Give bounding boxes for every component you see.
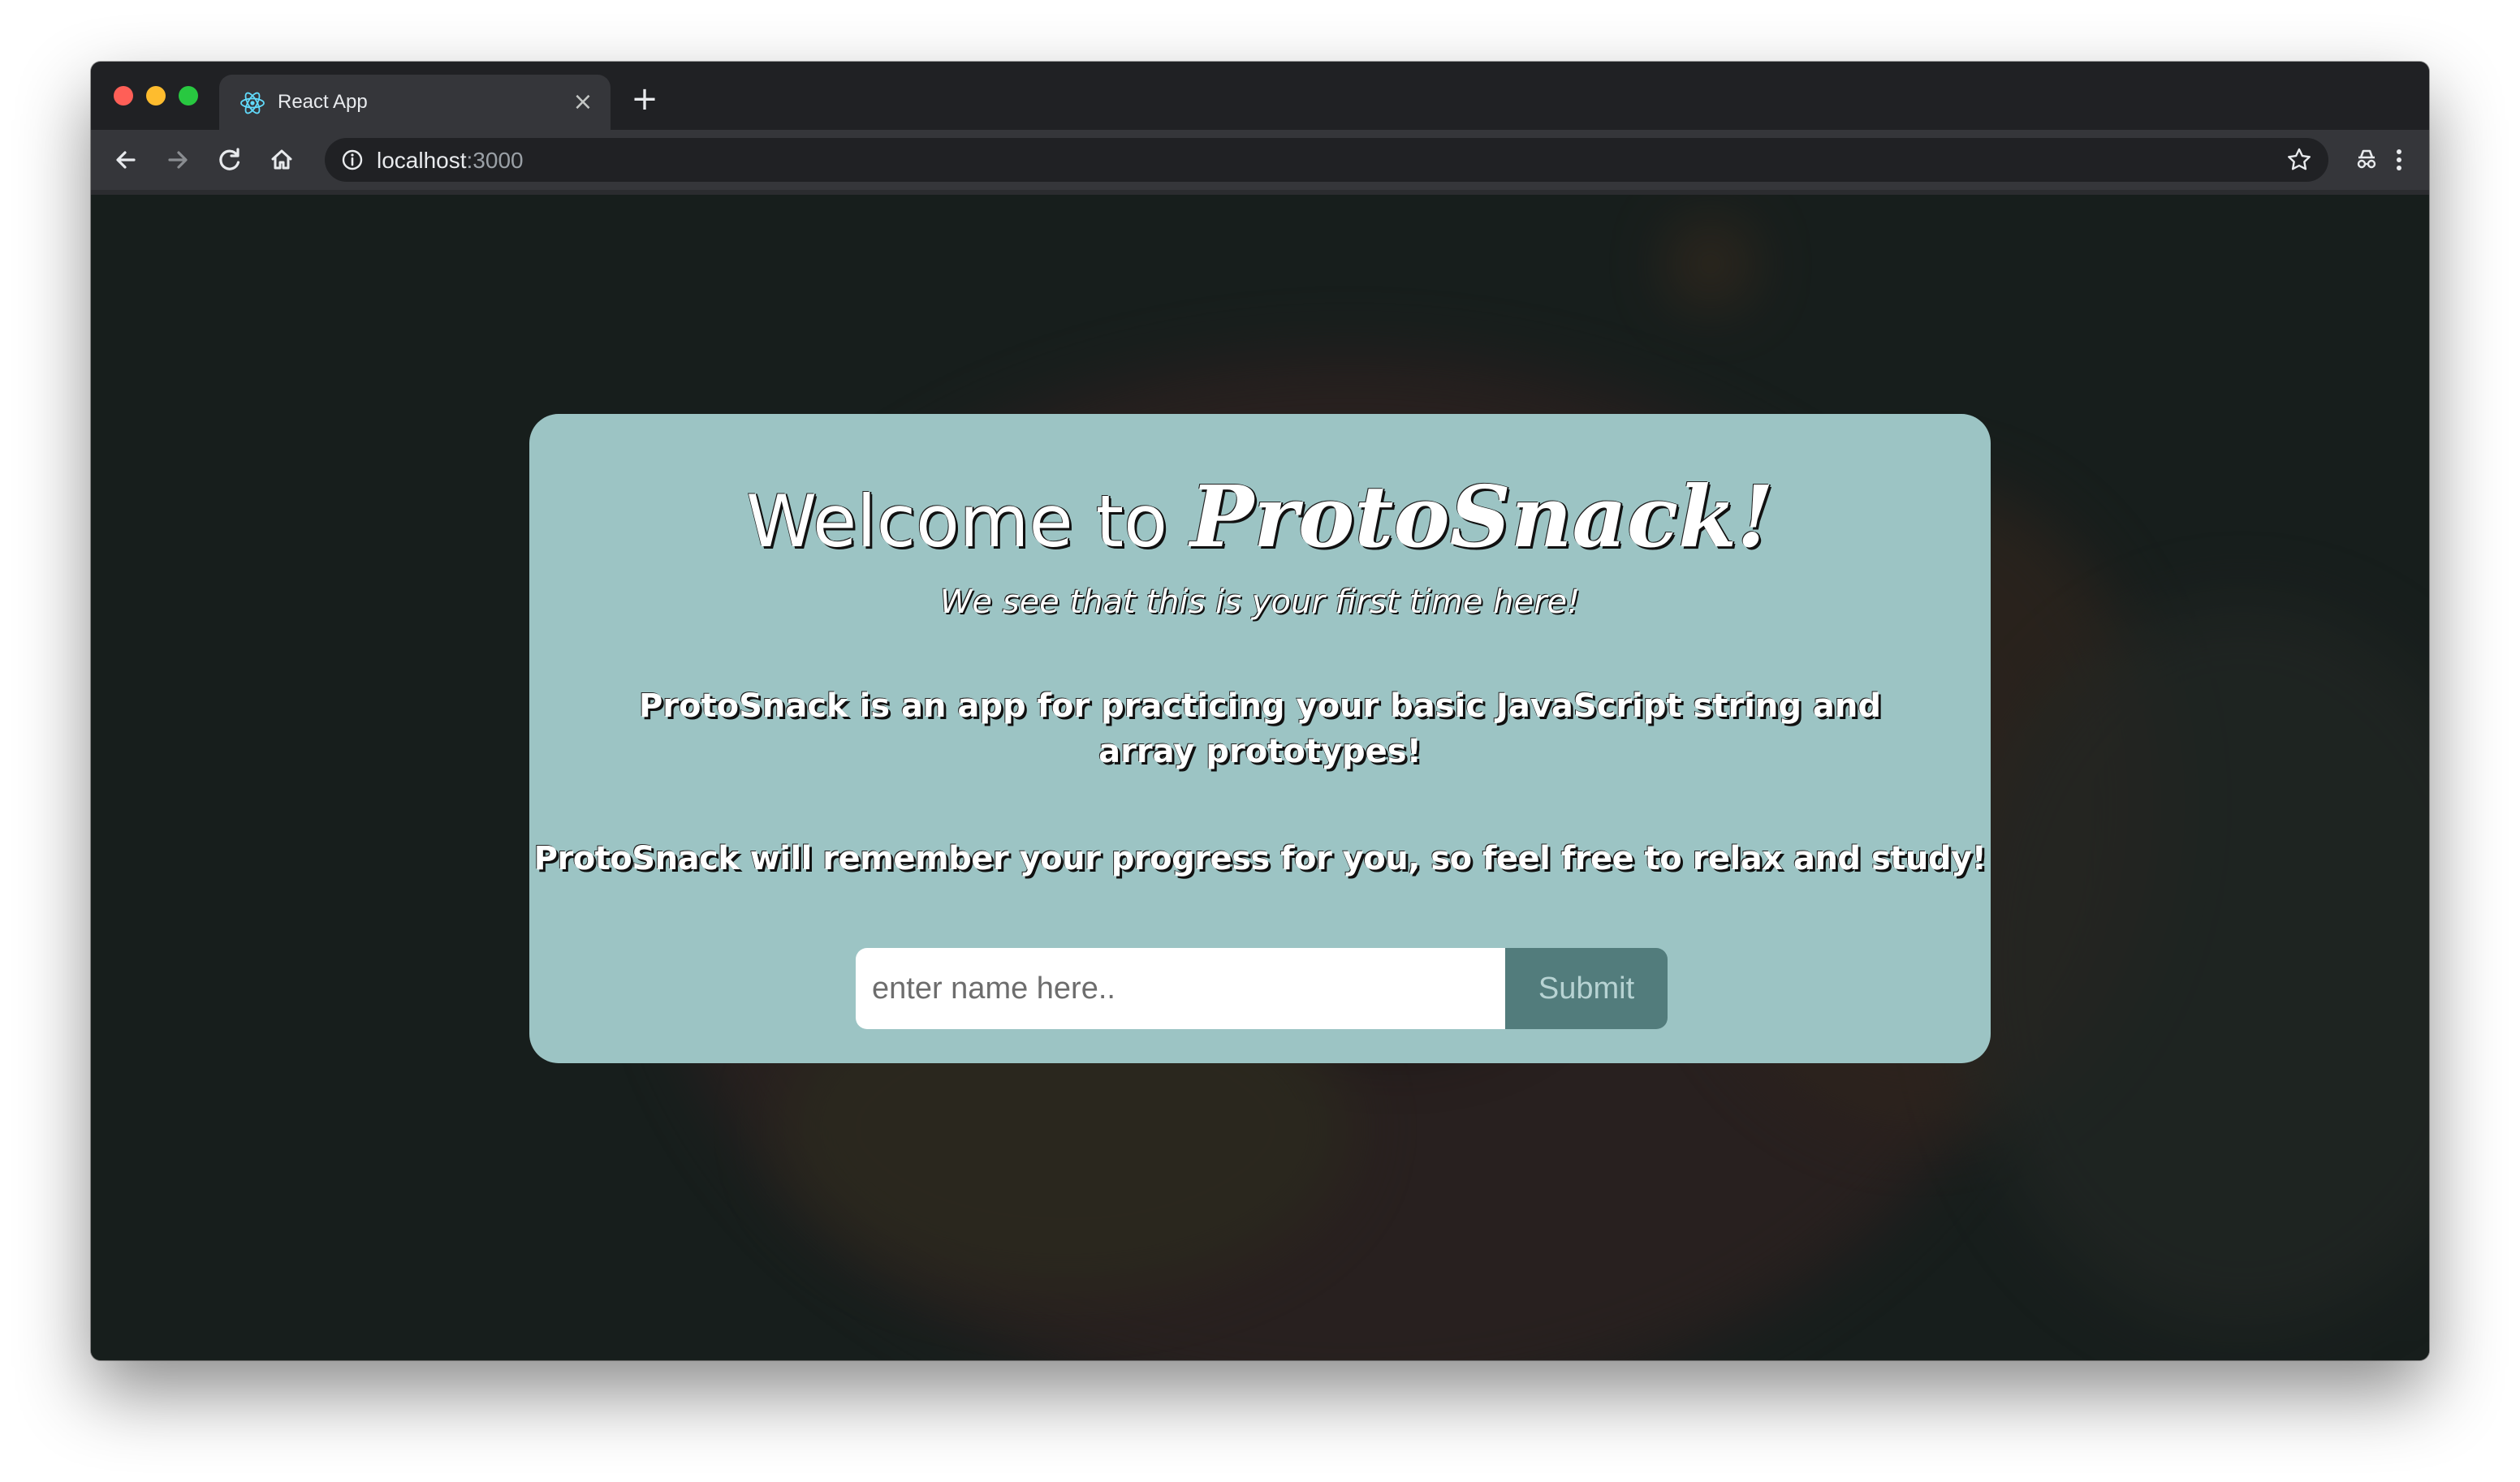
tab-title: React App xyxy=(278,91,368,113)
name-input[interactable] xyxy=(856,948,1505,1029)
info-icon[interactable] xyxy=(339,147,365,173)
brand-name: ProtoSnack! xyxy=(1189,467,1774,567)
maximize-window-button[interactable] xyxy=(179,86,198,106)
welcome-prefix: Welcome to xyxy=(746,480,1190,563)
react-logo-icon xyxy=(240,92,265,114)
welcome-card: Welcome to ProtoSnack! We see that this … xyxy=(529,414,1991,1063)
page-title: Welcome to ProtoSnack! xyxy=(529,472,1991,567)
star-icon[interactable] xyxy=(2285,145,2314,174)
tab-react-app[interactable]: React App × xyxy=(219,75,611,130)
arrow-left-icon[interactable] xyxy=(107,141,145,179)
intro-paragraph: ProtoSnack is an app for practicing your… xyxy=(638,687,1882,770)
page-viewport: Welcome to ProtoSnack! We see that this … xyxy=(91,195,2429,1360)
tab-strip: React App × + xyxy=(91,62,2429,130)
progress-paragraph: ProtoSnack will remember your progress f… xyxy=(533,840,1987,877)
close-icon[interactable]: × xyxy=(570,89,596,115)
arrow-right-icon[interactable] xyxy=(159,141,196,179)
reload-icon[interactable] xyxy=(211,141,248,179)
browser-toolbar: localhost:3000 xyxy=(91,130,2429,195)
browser-window: React App × + localhost:3000 Welcome to … xyxy=(91,62,2429,1360)
address-bar[interactable]: localhost:3000 xyxy=(325,138,2328,182)
submit-button[interactable]: Submit xyxy=(1505,948,1668,1029)
kebab-menu-icon[interactable] xyxy=(2380,141,2418,179)
home-icon[interactable] xyxy=(263,141,300,179)
minimize-window-button[interactable] xyxy=(146,86,166,106)
page-subtitle: We see that this is your first time here… xyxy=(939,584,1581,621)
plus-icon[interactable]: + xyxy=(628,83,661,115)
url-port: :3000 xyxy=(466,148,524,173)
url-host: localhost xyxy=(377,148,467,173)
url-text[interactable]: localhost:3000 xyxy=(377,148,524,174)
close-window-button[interactable] xyxy=(114,86,133,106)
